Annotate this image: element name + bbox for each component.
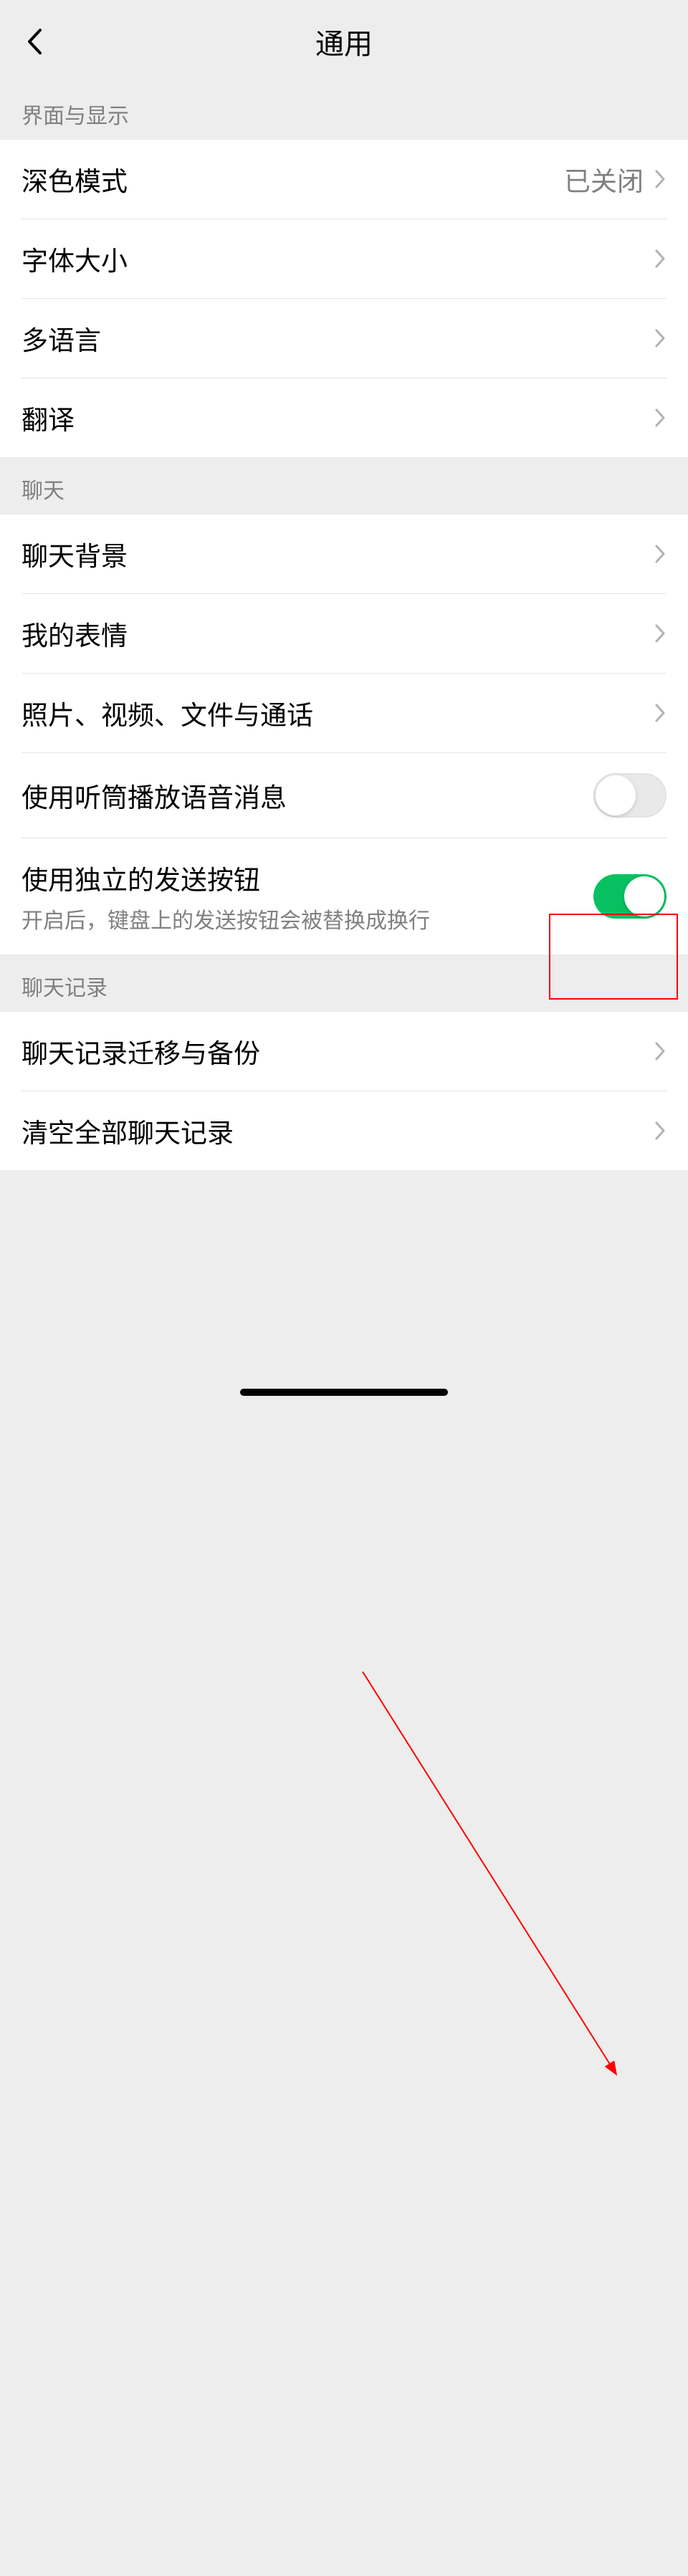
chevron-right-icon (654, 168, 666, 190)
row-translate[interactable]: 翻译 (0, 378, 688, 457)
chevron-right-icon (654, 1040, 666, 1062)
row-dark-mode[interactable]: 深色模式 已关闭 (0, 140, 688, 219)
row-earpiece: 使用听筒播放语音消息 (0, 753, 688, 838)
row-font-size[interactable]: 字体大小 (0, 219, 688, 299)
row-migrate-backup[interactable]: 聊天记录迁移与备份 (0, 1012, 688, 1091)
row-chat-background[interactable]: 聊天背景 (0, 514, 688, 594)
section-header-display: 界面与显示 (0, 82, 688, 140)
page-title: 通用 (0, 21, 688, 62)
row-label: 使用独立的发送按钮 (22, 858, 593, 897)
row-description: 开启后，键盘上的发送按钮会被替换成换行 (22, 903, 593, 934)
row-clear-history[interactable]: 清空全部聊天记录 (0, 1091, 688, 1170)
row-media[interactable]: 照片、视频、文件与通话 (0, 674, 688, 753)
row-stickers[interactable]: 我的表情 (0, 594, 688, 674)
chevron-left-icon (27, 28, 42, 55)
row-send-button: 使用独立的发送按钮 开启后，键盘上的发送按钮会被替换成换行 (0, 838, 688, 954)
row-label: 聊天背景 (22, 535, 654, 573)
chevron-right-icon (654, 623, 666, 644)
row-language[interactable]: 多语言 (0, 299, 688, 378)
toggle-knob (596, 775, 636, 815)
header-bar: 通用 (0, 0, 688, 82)
annotation-arrow-icon (0, 1170, 688, 2576)
row-label: 字体大小 (22, 239, 654, 278)
row-label: 翻译 (22, 398, 654, 437)
row-label: 清空全部聊天记录 (22, 1111, 654, 1150)
group-chat: 聊天背景 我的表情 照片、视频、文件与通话 使用听筒播放语音消息 (0, 514, 688, 954)
chevron-right-icon (654, 248, 666, 269)
group-display: 深色模式 已关闭 字体大小 多语言 翻译 (0, 140, 688, 457)
row-label: 我的表情 (22, 614, 654, 653)
toggle-knob (624, 876, 664, 916)
chevron-right-icon (654, 1120, 666, 1141)
home-indicator (240, 1389, 448, 1396)
row-label: 深色模式 (22, 160, 564, 198)
toggle-send-button[interactable] (593, 874, 666, 919)
row-label: 聊天记录迁移与备份 (22, 1032, 654, 1071)
chevron-right-icon (654, 327, 666, 349)
chevron-right-icon (654, 543, 666, 565)
section-header-chat: 聊天 (0, 457, 688, 514)
section-header-history: 聊天记录 (0, 954, 688, 1012)
row-value: 已关闭 (564, 160, 644, 198)
toggle-earpiece[interactable] (593, 773, 666, 818)
chevron-right-icon (654, 407, 666, 428)
row-label: 照片、视频、文件与通话 (22, 694, 654, 732)
back-button[interactable] (20, 27, 49, 56)
row-label: 使用听筒播放语音消息 (22, 776, 593, 815)
group-history: 聊天记录迁移与备份 清空全部聊天记录 (0, 1012, 688, 1170)
row-label: 多语言 (22, 319, 654, 358)
chevron-right-icon (654, 702, 666, 724)
